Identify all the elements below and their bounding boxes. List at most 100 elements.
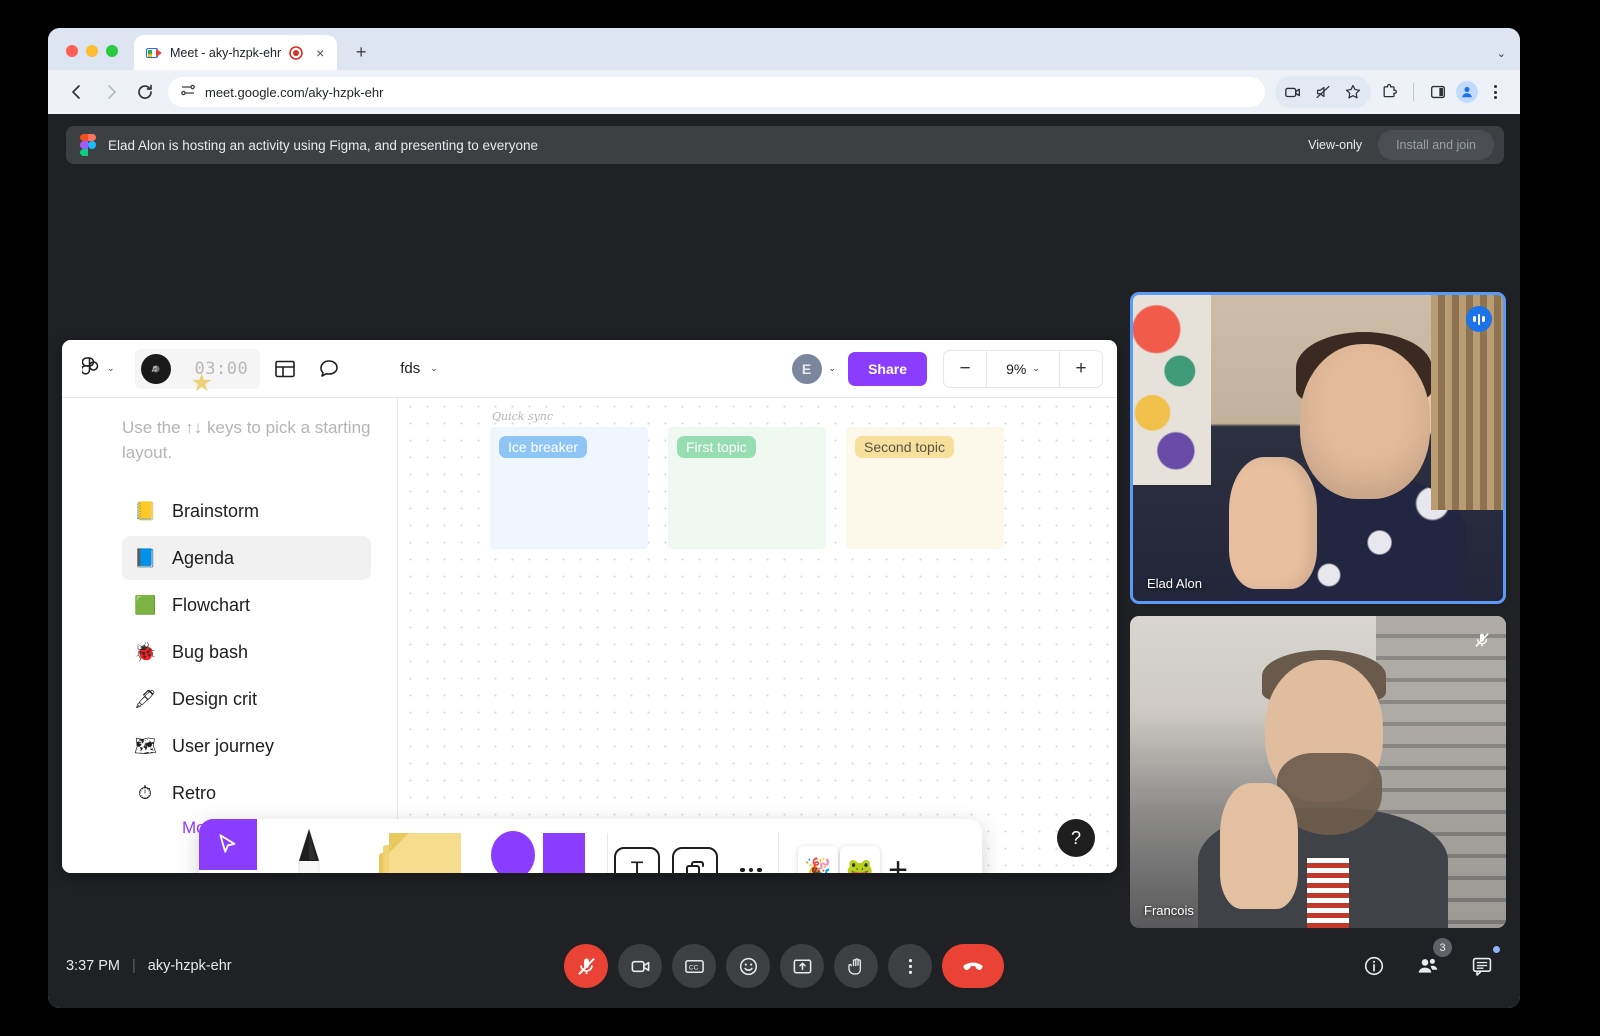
layout-item-label: Flowchart [172, 594, 251, 615]
participant-tile-other[interactable]: Francois [1130, 616, 1506, 928]
board-column[interactable]: Ice breaker [490, 427, 648, 549]
layout-item-agenda[interactable]: 📘 Agenda [122, 536, 371, 581]
close-tab-button[interactable]: × [311, 44, 329, 62]
leave-call-button[interactable] [942, 944, 1004, 988]
new-tab-button[interactable]: + [347, 38, 375, 66]
svg-text:CC: CC [688, 964, 698, 971]
layout-item-user-journey[interactable]: 🗺 User journey [122, 724, 371, 768]
present-button[interactable] [780, 944, 824, 988]
board-column-label: Ice breaker [499, 436, 588, 458]
install-and-join-button[interactable]: Install and join [1378, 130, 1494, 160]
video-stream [1133, 295, 1503, 601]
figma-canvas[interactable]: Use the ↑↓ keys to pick a starting layou… [62, 398, 1117, 873]
figma-presentation-surface: ⌄ ★ 03:00 [62, 340, 1117, 873]
comment-bubble-icon[interactable] [310, 350, 348, 388]
frog-sticker-icon[interactable]: 🐸 [840, 846, 881, 873]
cursor-arrow-icon[interactable] [199, 819, 257, 870]
section-frame-icon[interactable] [672, 847, 718, 873]
party-sticker-icon[interactable]: 🎉 [798, 846, 839, 873]
participant-tile-self[interactable]: Elad Alon [1130, 292, 1506, 604]
forward-button[interactable] [94, 75, 128, 109]
minimize-window-button[interactable] [86, 45, 98, 57]
browser-tab[interactable]: Meet - aky-hzpk-ehr × [134, 35, 338, 70]
marker-pen-icon[interactable] [257, 819, 361, 873]
zoom-out-button[interactable]: − [944, 351, 986, 387]
omnibar-icons [1275, 76, 1508, 108]
layout-item-icon: 🖋 [134, 688, 157, 709]
camera-access-icon[interactable] [1279, 78, 1307, 106]
site-settings-icon[interactable] [180, 82, 196, 103]
layout-item-flowchart[interactable]: 🟩 Flowchart [122, 583, 371, 627]
layout-item-icon: 📒 [134, 500, 157, 521]
microphone-off-button[interactable] [564, 944, 608, 988]
figma-logo-icon [80, 134, 96, 157]
reload-button[interactable] [128, 75, 162, 109]
chevron-down-icon: ⌄ [1032, 363, 1040, 373]
figma-toolbar-right: E ⌄ Share − 9% ⌄ + [791, 349, 1103, 388]
browser-menu-kebab-icon[interactable] [1482, 85, 1508, 99]
browser-omnibar: meet.google.com/aky-hzpk-ehr [48, 70, 1520, 114]
layout-item-design-crit[interactable]: 🖋 Design crit [122, 677, 371, 721]
info-circle-icon[interactable] [1354, 946, 1394, 986]
layout-list: 📒 Brainstorm 📘 Agenda 🟩 Flowchart 🐞 Bug bash 🖋 De… [122, 489, 371, 815]
activity-banner: Elad Alon is hosting an activity using F… [66, 126, 1504, 164]
address-bar[interactable]: meet.google.com/aky-hzpk-ehr [168, 77, 1265, 107]
captions-button[interactable]: CC [672, 944, 716, 988]
figma-file-name-button[interactable]: fds ⌄ [400, 360, 438, 377]
layout-item-retro[interactable]: ⏱ Retro [122, 771, 371, 815]
maximize-window-button[interactable] [106, 45, 118, 57]
screen-root: Meet - aky-hzpk-ehr × + ⌄ meet.google.co… [0, 0, 1600, 1036]
layout-item-label: Brainstorm [172, 500, 260, 521]
figma-timer[interactable]: ★ 03:00 [134, 348, 261, 396]
zoom-level-dropdown[interactable]: 9% ⌄ [986, 350, 1060, 387]
sticky-note-icon[interactable] [361, 819, 479, 873]
chevron-down-icon: ⌄ [828, 363, 837, 373]
people-count-badge: 3 [1433, 938, 1452, 957]
back-button[interactable] [60, 75, 94, 109]
layout-item-label: Agenda [172, 547, 235, 568]
meet-bottom-bar: 3:37 PM | aky-hzpk-ehr CC 3 [48, 924, 1520, 1008]
raise-hand-button[interactable] [834, 944, 878, 988]
browser-window: Meet - aky-hzpk-ehr × + ⌄ meet.google.co… [48, 28, 1520, 1008]
chat-button[interactable] [1462, 946, 1502, 986]
chevron-down-icon: ⌄ [430, 363, 438, 373]
layout-panel-icon[interactable] [266, 350, 304, 388]
more-tools-button[interactable] [724, 867, 778, 873]
starting-layout-panel: Use the ↑↓ keys to pick a starting layou… [62, 398, 398, 873]
text-tool-button[interactable]: T [614, 847, 660, 873]
figma-collaborators[interactable]: E ⌄ [791, 353, 837, 384]
figma-logo-icon [80, 354, 99, 383]
board-column-label: Second topic [855, 436, 954, 458]
help-button[interactable]: ? [1057, 819, 1095, 857]
figma-menu-button[interactable]: ⌄ [76, 350, 121, 387]
meet-right-controls: 3 [1354, 938, 1502, 986]
camera-button[interactable] [618, 944, 662, 988]
activity-banner-message: Elad Alon is hosting an activity using F… [108, 137, 539, 153]
add-sticker-button[interactable]: + [888, 851, 908, 874]
layout-item-label: User journey [172, 735, 275, 756]
chevron-down-icon[interactable]: ⌄ [1497, 47, 1506, 60]
side-panel-icon[interactable] [1424, 78, 1452, 106]
reactions-button[interactable] [726, 944, 770, 988]
share-button[interactable]: Share [848, 351, 927, 386]
stickers-group: 🎉 🐸 + [779, 819, 927, 873]
layout-item-bug-bash[interactable]: 🐞 Bug bash [122, 630, 371, 674]
people-button[interactable]: 3 [1408, 938, 1452, 986]
profile-avatar-icon[interactable] [1456, 81, 1478, 103]
more-options-button[interactable] [888, 944, 932, 988]
layout-item-brainstorm[interactable]: 📒 Brainstorm [122, 489, 371, 533]
mute-site-icon[interactable] [1309, 78, 1337, 106]
shapes-icon[interactable] [479, 819, 607, 873]
board-column[interactable]: First topic [668, 427, 826, 549]
zoom-in-button[interactable]: + [1060, 351, 1102, 387]
figma-toolbar: ⌄ ★ 03:00 [62, 340, 1117, 398]
url-text: meet.google.com/aky-hzpk-ehr [205, 84, 384, 100]
divider: | [132, 958, 136, 974]
hand-pan-icon[interactable] [199, 870, 257, 873]
extensions-puzzle-icon[interactable] [1375, 78, 1403, 106]
bookmark-star-icon[interactable] [1339, 78, 1367, 106]
zoom-level-value: 9% [1006, 360, 1027, 377]
close-window-button[interactable] [66, 45, 78, 57]
board-column[interactable]: Second topic [846, 427, 1004, 549]
video-stream [1130, 616, 1506, 928]
